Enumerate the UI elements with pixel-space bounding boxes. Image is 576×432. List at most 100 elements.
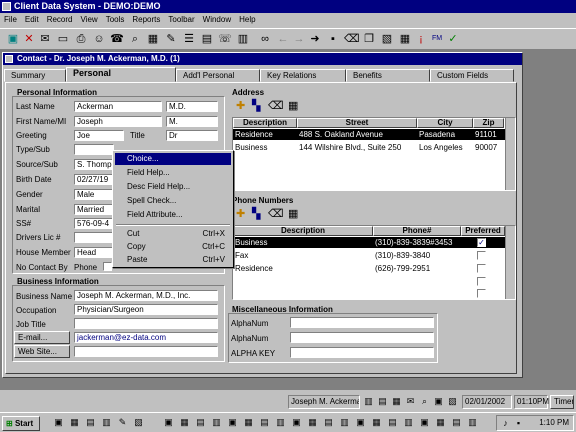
menu-item-field-help[interactable]: Field Help... xyxy=(115,167,231,179)
grid-icon[interactable]: ▦ xyxy=(398,32,412,46)
table-row[interactable]: Business (310)-839-3839#3453 xyxy=(233,237,505,248)
marital-field[interactable]: Married xyxy=(74,204,114,215)
status-chart-icon[interactable]: ▦ xyxy=(390,395,403,408)
menu-item-choice[interactable]: Choice... xyxy=(115,153,231,165)
middle-initial-field[interactable]: M. xyxy=(166,116,218,127)
mail-icon[interactable]: ✉ xyxy=(38,32,52,46)
tab-summary[interactable]: Summary xyxy=(4,69,66,82)
drivers-license-field[interactable] xyxy=(74,232,114,243)
preferred-checkbox[interactable]: ✓ xyxy=(477,238,486,247)
web-site-button[interactable]: Web Site... xyxy=(14,345,70,358)
taskbar-app-icon[interactable]: ▥ xyxy=(338,416,351,429)
delete-icon[interactable]: ✕ xyxy=(22,32,36,46)
taskbar-app-icon[interactable]: ▥ xyxy=(100,416,113,429)
menu-item-desc-field-help[interactable]: Desc Field Help... xyxy=(115,181,231,193)
taskbar-app-icon[interactable]: ▥ xyxy=(402,416,415,429)
table-row[interactable]: Fax (310)-839-3840 xyxy=(233,250,505,261)
menu-item-field-attribute[interactable]: Field Attribute... xyxy=(115,209,231,221)
forward-icon[interactable]: → xyxy=(292,32,306,46)
table-row[interactable]: Residence 488 S. Oakland Avenue Pasadena… xyxy=(233,129,505,140)
house-member-field[interactable]: Head xyxy=(74,247,114,258)
ssn-field[interactable]: 576-09-4 xyxy=(74,218,114,229)
preferred-checkbox[interactable] xyxy=(477,251,486,260)
menu-item-spell-check[interactable]: Spell Check... xyxy=(115,195,231,207)
business-name-field[interactable]: Joseph M. Ackerman, M.D., Inc. xyxy=(74,290,218,301)
status-mail-icon[interactable]: ✉ xyxy=(404,395,417,408)
alphanum-field-1[interactable] xyxy=(290,317,434,328)
gender-field[interactable]: Male xyxy=(74,189,114,200)
menu-item-copy[interactable]: Copy Ctrl+C xyxy=(115,241,231,253)
menu-item-cut[interactable]: Cut Ctrl+X xyxy=(115,228,231,240)
table-row[interactable]: Residence (626)-799-2951 xyxy=(233,263,505,274)
ok-icon[interactable]: ✓ xyxy=(446,32,460,46)
alpha-key-field[interactable] xyxy=(290,347,434,358)
taskbar-app-icon[interactable]: ▦ xyxy=(178,416,191,429)
source-field[interactable]: S. Thomp xyxy=(74,159,114,170)
suffix-field[interactable]: M.D. xyxy=(166,101,218,112)
menu-window[interactable]: Window xyxy=(203,15,231,24)
taskbar-app-icon[interactable]: ▤ xyxy=(386,416,399,429)
add-phone-icon[interactable]: ✚ xyxy=(236,208,248,220)
preferred-checkbox[interactable] xyxy=(477,264,486,273)
status-search-icon[interactable]: ⌕ xyxy=(418,395,431,408)
menu-file[interactable]: File xyxy=(4,15,17,24)
taskbar-app-icon[interactable]: ▦ xyxy=(242,416,255,429)
web-site-field[interactable] xyxy=(74,346,218,357)
paste-icon[interactable]: ▧ xyxy=(380,32,394,46)
address-grid-icon[interactable]: ▦ xyxy=(288,100,300,112)
calendar-icon[interactable]: ▦ xyxy=(146,32,160,46)
table-row[interactable]: Business 144 Wilshire Blvd., Suite 250 L… xyxy=(233,142,505,153)
phone-scrollbar[interactable] xyxy=(505,226,515,299)
phone-icon[interactable]: ☎ xyxy=(110,32,124,46)
search-icon[interactable]: ⌕ xyxy=(128,32,142,46)
network-icon[interactable]: ▪ xyxy=(512,417,525,430)
taskbar-app-icon[interactable]: ▣ xyxy=(226,416,239,429)
taskbar-app-icon[interactable]: ▣ xyxy=(354,416,367,429)
save-icon[interactable]: ▪ xyxy=(326,32,340,46)
alphanum-field-2[interactable] xyxy=(290,332,434,343)
status-book-icon[interactable]: ▥ xyxy=(362,395,375,408)
tab-addl-personal[interactable]: Add'l Personal xyxy=(176,69,260,82)
taskbar-app-icon[interactable]: ▣ xyxy=(52,416,65,429)
menu-tools[interactable]: Tools xyxy=(106,15,125,24)
print-icon[interactable]: ⎙ xyxy=(74,32,88,46)
menu-toolbar[interactable]: Toolbar xyxy=(168,15,194,24)
edit-address-icon[interactable]: ▚ xyxy=(252,100,264,112)
taskbar-app-icon[interactable]: ▥ xyxy=(466,416,479,429)
menu-item-paste[interactable]: Paste Ctrl+V xyxy=(115,254,231,266)
no-contact-phone-checkbox[interactable] xyxy=(103,262,112,271)
fax-icon[interactable]: ☏ xyxy=(218,32,232,46)
form-icon[interactable]: FM xyxy=(430,32,444,46)
edit-phone-icon[interactable]: ▚ xyxy=(252,208,264,220)
start-button[interactable]: ⊞ Start xyxy=(2,416,40,431)
greeting-field[interactable]: Joe xyxy=(74,130,124,141)
chart-icon[interactable]: ▥ xyxy=(236,32,250,46)
phone-col-number[interactable]: Phone# xyxy=(373,226,461,236)
birth-date-field[interactable]: 02/27/19 xyxy=(74,174,114,185)
menu-view[interactable]: View xyxy=(80,15,97,24)
copy-icon[interactable]: ❐ xyxy=(362,32,376,46)
taskbar-app-icon[interactable]: ▦ xyxy=(306,416,319,429)
tab-benefits[interactable]: Benefits xyxy=(346,69,430,82)
timer-button[interactable]: Timer xyxy=(550,395,574,409)
speaker-icon[interactable]: ♪ xyxy=(499,417,512,430)
taskbar-app-icon[interactable]: ▧ xyxy=(132,416,145,429)
tab-personal[interactable]: Personal xyxy=(66,67,176,82)
client-icon[interactable]: ▣ xyxy=(6,32,20,46)
add-address-icon[interactable]: ✚ xyxy=(236,100,248,112)
menu-edit[interactable]: Edit xyxy=(25,15,39,24)
attach-icon[interactable]: ¡ xyxy=(414,32,428,46)
taskbar-app-icon[interactable]: ▣ xyxy=(162,416,175,429)
taskbar-app-icon[interactable]: ▤ xyxy=(84,416,97,429)
taskbar-app-icon[interactable]: ▥ xyxy=(274,416,287,429)
taskbar-app-icon[interactable]: ▣ xyxy=(418,416,431,429)
back-icon[interactable]: ← xyxy=(276,32,290,46)
taskbar-app-icon[interactable]: ▦ xyxy=(434,416,447,429)
menu-reports[interactable]: Reports xyxy=(132,15,160,24)
status-grid-icon[interactable]: ▧ xyxy=(446,395,459,408)
tab-custom-fields[interactable]: Custom Fields xyxy=(430,69,514,82)
taskbar-app-icon[interactable]: ▤ xyxy=(322,416,335,429)
next-icon[interactable]: ➜ xyxy=(308,32,322,46)
preferred-checkbox[interactable] xyxy=(477,277,486,286)
note-icon[interactable]: ✎ xyxy=(164,32,178,46)
